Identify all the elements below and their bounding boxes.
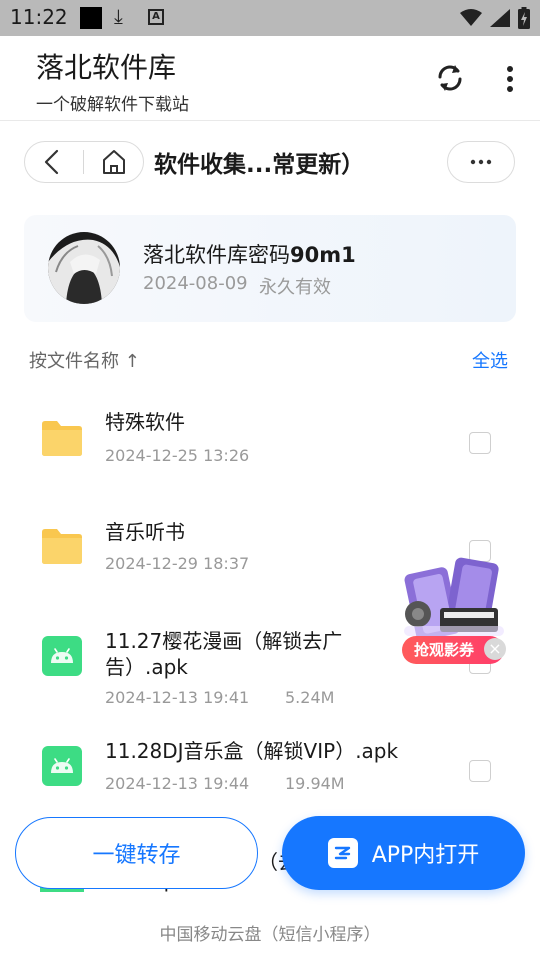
home-icon bbox=[103, 150, 125, 174]
android-apk-icon bbox=[42, 636, 82, 676]
android-apk-icon bbox=[42, 746, 82, 786]
folder-icon bbox=[42, 529, 82, 564]
avatar bbox=[48, 232, 120, 304]
save-to-drive-label: 一键转存 bbox=[92, 843, 181, 868]
file-name: 音乐听书 bbox=[105, 520, 185, 544]
file-date: 2024-12-25 13:26 bbox=[105, 446, 250, 465]
refresh-icon bbox=[438, 65, 462, 91]
nav-separator bbox=[83, 150, 84, 174]
share-name: 落北软件库密码90m1 bbox=[143, 243, 356, 267]
footer-note: 中国移动云盘（短信小程序） bbox=[159, 925, 381, 945]
signal-icon bbox=[490, 9, 510, 27]
open-in-app-button[interactable]: APP内打开 bbox=[282, 816, 525, 890]
file-date: 2024-12-29 18:37 bbox=[105, 554, 250, 573]
more-menu-button[interactable] bbox=[500, 64, 520, 94]
file-size: 19.94M bbox=[285, 774, 345, 793]
share-password: 90m1 bbox=[290, 243, 356, 267]
system-icons bbox=[460, 6, 530, 30]
file-date: 2024-12-13 19:41 bbox=[105, 688, 250, 707]
select-checkbox[interactable] bbox=[469, 760, 491, 782]
promo-close-button[interactable]: × bbox=[484, 638, 506, 660]
save-to-drive-button[interactable]: 一键转存 bbox=[15, 817, 258, 889]
more-vertical-icon bbox=[507, 66, 513, 92]
file-name: 11.28DJ音乐盒（解锁VIP）.apk bbox=[105, 739, 399, 763]
chevron-left-icon bbox=[44, 149, 59, 175]
keyboard-a-icon: A bbox=[148, 9, 164, 25]
file-name: 特殊软件 bbox=[105, 410, 185, 434]
folder-icon bbox=[42, 421, 82, 456]
back-button[interactable] bbox=[40, 149, 64, 175]
wifi-icon bbox=[460, 9, 482, 26]
header-divider bbox=[0, 120, 540, 121]
app-title: 落北软件库 bbox=[36, 51, 177, 84]
share-validity: 永久有效 bbox=[259, 277, 331, 298]
app-subtitle: 一个破解软件下载站 bbox=[36, 95, 189, 115]
select-all-button[interactable]: 全选 bbox=[472, 347, 508, 373]
refresh-button[interactable] bbox=[434, 62, 466, 94]
avatar-image bbox=[48, 232, 120, 304]
nav-more-button[interactable] bbox=[447, 141, 515, 183]
file-name: 11.27樱花漫画（解锁去广告）.apk bbox=[105, 629, 343, 679]
file-date: 2024-12-13 19:44 bbox=[105, 774, 250, 793]
share-date: 2024-08-09 bbox=[143, 273, 248, 294]
list-item[interactable]: 11.28DJ音乐盒（解锁VIP）.apk 2024-12-13 19:44 1… bbox=[0, 730, 540, 810]
home-button[interactable] bbox=[100, 148, 128, 176]
sort-by-name-button[interactable]: 按文件名称 ↑ bbox=[29, 347, 140, 373]
notification-square-icon bbox=[80, 7, 102, 29]
battery-charging-icon bbox=[518, 7, 530, 29]
more-horizontal-icon bbox=[470, 159, 492, 165]
status-time: 11:22 bbox=[10, 5, 68, 29]
list-item[interactable]: 特殊软件 2024-12-25 13:26 bbox=[0, 392, 540, 492]
download-icon: ⤓ bbox=[114, 4, 123, 28]
cloud-app-icon bbox=[327, 838, 358, 868]
file-size: 5.24M bbox=[285, 688, 335, 707]
open-in-app-label: APP内打开 bbox=[371, 843, 480, 868]
select-checkbox[interactable] bbox=[469, 432, 491, 454]
folder-title: 软件收集...常更新） bbox=[154, 152, 365, 178]
